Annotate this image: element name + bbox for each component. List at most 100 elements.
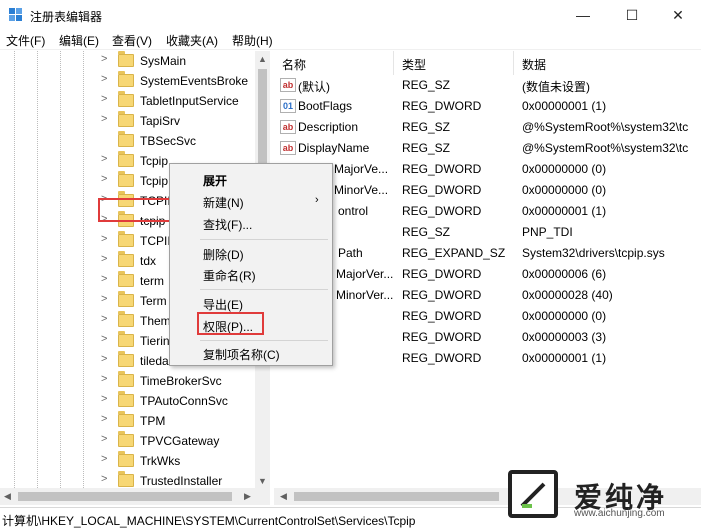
tree-item-label: Term bbox=[140, 294, 167, 308]
folder-icon bbox=[118, 91, 134, 107]
value-row[interactable]: ab DisplayName REG_SZ @%SystemRoot%\syst… bbox=[274, 138, 701, 159]
tree-horizontal-scrollbar[interactable]: ◀ ▶ bbox=[0, 488, 270, 505]
value-row[interactable]: MajorVer... REG_DWORD 0x00000006 (6) bbox=[274, 264, 701, 285]
maximize-button[interactable]: ☐ bbox=[609, 0, 655, 30]
expand-chevron-icon[interactable]: > bbox=[101, 93, 107, 105]
scroll-thumb[interactable] bbox=[18, 492, 232, 501]
value-type: REG_DWORD bbox=[402, 183, 482, 197]
expand-chevron-icon[interactable]: > bbox=[101, 373, 107, 385]
folder-icon bbox=[118, 71, 134, 87]
value-name: (默认) bbox=[298, 80, 330, 94]
tree-item-sysmain[interactable]: > SysMain bbox=[0, 51, 255, 71]
tree-item-label: Them bbox=[140, 314, 171, 328]
tree-item-timebrokersvc[interactable]: > TimeBrokerSvc bbox=[0, 371, 255, 391]
expand-chevron-icon[interactable]: > bbox=[101, 53, 107, 65]
folder-icon bbox=[118, 171, 134, 187]
value-data: 0x00000028 (40) bbox=[522, 288, 613, 302]
value-data: (数值未设置) bbox=[522, 80, 590, 94]
expand-chevron-icon[interactable]: > bbox=[101, 113, 107, 125]
value-type: REG_SZ bbox=[402, 141, 451, 155]
value-data: 0x00000000 (0) bbox=[522, 309, 607, 323]
expand-chevron-icon[interactable]: > bbox=[101, 293, 107, 305]
value-row[interactable]: Path REG_EXPAND_SZ System32\drivers\tcpi… bbox=[274, 243, 701, 264]
value-row[interactable]: ontrol REG_DWORD 0x00000001 (1) bbox=[274, 201, 701, 222]
string-value-icon: ab bbox=[280, 78, 296, 92]
value-data: 0x00000003 (3) bbox=[522, 330, 607, 344]
column-header-type[interactable]: 类型 bbox=[394, 51, 514, 75]
expand-chevron-icon[interactable]: > bbox=[101, 73, 107, 85]
scroll-up-arrow-icon[interactable]: ▲ bbox=[255, 51, 270, 66]
value-row[interactable]: REG_SZ PNP_TDI bbox=[274, 222, 701, 243]
folder-icon bbox=[118, 311, 134, 327]
tree-item-trustedinstaller[interactable]: > TrustedInstaller bbox=[0, 471, 255, 488]
scroll-right-arrow-icon[interactable]: ▶ bbox=[240, 488, 255, 505]
tree-item-tpvcgateway[interactable]: > TPVCGateway bbox=[0, 431, 255, 451]
scroll-thumb[interactable] bbox=[294, 492, 499, 501]
value-data: @%SystemRoot%\system32\tc bbox=[522, 120, 689, 134]
watermark-url: www.aichunjing.com bbox=[574, 508, 665, 519]
menu-help[interactable]: 帮助(H) bbox=[232, 32, 273, 49]
column-header-data[interactable]: 数据 bbox=[514, 51, 701, 75]
menu-view[interactable]: 查看(V) bbox=[112, 32, 152, 49]
tree-item-label: TPAutoConnSvc bbox=[140, 394, 228, 408]
tree-item-systemeventsbroker[interactable]: > SystemEventsBroke bbox=[0, 71, 255, 91]
menu-item-copy-key-name[interactable]: 复制项名称(C) bbox=[203, 346, 280, 363]
expand-chevron-icon[interactable]: > bbox=[101, 173, 107, 185]
menu-item-find[interactable]: 查找(F)... bbox=[203, 216, 252, 233]
scroll-left-arrow-icon[interactable]: ◀ bbox=[276, 488, 291, 505]
menu-item-expand[interactable]: 展开 bbox=[203, 172, 227, 189]
scroll-down-arrow-icon[interactable]: ▼ bbox=[255, 473, 270, 488]
expand-chevron-icon[interactable]: > bbox=[101, 273, 107, 285]
expand-chevron-icon[interactable]: > bbox=[101, 333, 107, 345]
menu-item-rename[interactable]: 重命名(R) bbox=[203, 267, 256, 284]
expand-chevron-icon[interactable]: > bbox=[101, 153, 107, 165]
value-row[interactable]: REG_DWORD 0x00000000 (0) bbox=[274, 306, 701, 327]
tree-item-label: Tcpip bbox=[140, 174, 169, 188]
menu-file[interactable]: 文件(F) bbox=[6, 32, 45, 49]
expand-chevron-icon[interactable]: > bbox=[101, 393, 107, 405]
tree-item-label: tdx bbox=[140, 254, 157, 268]
value-row[interactable]: REG_DWORD 0x00000003 (3) bbox=[274, 327, 701, 348]
minimize-button[interactable]: — bbox=[560, 0, 606, 30]
folder-icon bbox=[118, 131, 134, 147]
value-row[interactable]: REG_DWORD 0x00000001 (1) bbox=[274, 348, 701, 369]
value-data: 0x00000001 (1) bbox=[522, 99, 607, 113]
value-row[interactable]: MinorVer... REG_DWORD 0x00000028 (40) bbox=[274, 285, 701, 306]
menu-favorites[interactable]: 收藏夹(A) bbox=[166, 32, 218, 49]
tree-item-trkwks[interactable]: > TrkWks bbox=[0, 451, 255, 471]
menu-edit[interactable]: 编辑(E) bbox=[59, 32, 99, 49]
expand-chevron-icon[interactable]: > bbox=[101, 453, 107, 465]
menu-item-export[interactable]: 导出(E) bbox=[203, 296, 243, 313]
menu-item-delete[interactable]: 删除(D) bbox=[203, 246, 244, 263]
expand-chevron-icon[interactable]: > bbox=[101, 413, 107, 425]
expand-chevron-icon[interactable]: > bbox=[101, 253, 107, 265]
submenu-arrow-icon: › bbox=[315, 194, 319, 206]
column-header-name[interactable]: 名称 bbox=[274, 51, 394, 75]
context-menu: 展开 新建(N) › 查找(F)... 删除(D) 重命名(R) 导出(E) 权… bbox=[169, 163, 333, 366]
permissions-highlight-box bbox=[197, 312, 264, 335]
expand-chevron-icon[interactable]: > bbox=[101, 233, 107, 245]
tree-item-tpm[interactable]: > TPM bbox=[0, 411, 255, 431]
value-row[interactable]: 01 BootFlags REG_DWORD 0x00000001 (1) bbox=[274, 96, 701, 117]
tree-item-tapisrv[interactable]: > TapiSrv bbox=[0, 111, 255, 131]
expand-chevron-icon[interactable]: > bbox=[101, 473, 107, 485]
value-row[interactable]: MajorVe... REG_DWORD 0x00000000 (0) bbox=[274, 159, 701, 180]
tree-item-label: TapiSrv bbox=[140, 114, 181, 128]
folder-icon bbox=[118, 471, 134, 487]
tree-item-label: TBSecSvc bbox=[140, 134, 197, 148]
tree-item-tbsecsvc[interactable]: TBSecSvc bbox=[0, 131, 255, 151]
menu-item-new[interactable]: 新建(N) bbox=[203, 194, 244, 211]
tree-item-tpautoconnsvc[interactable]: > TPAutoConnSvc bbox=[0, 391, 255, 411]
value-row[interactable]: ab Description REG_SZ @%SystemRoot%\syst… bbox=[274, 117, 701, 138]
value-row[interactable]: ab (默认) REG_SZ (数值未设置) bbox=[274, 75, 701, 96]
tree-item-tabletinputservice[interactable]: > TabletInputService bbox=[0, 91, 255, 111]
expand-chevron-icon[interactable]: > bbox=[101, 433, 107, 445]
scroll-left-arrow-icon[interactable]: ◀ bbox=[0, 488, 15, 505]
expand-chevron-icon[interactable]: > bbox=[101, 353, 107, 365]
folder-icon bbox=[118, 431, 134, 447]
value-row[interactable]: MinorVe... REG_DWORD 0x00000000 (0) bbox=[274, 180, 701, 201]
expand-chevron-icon[interactable]: > bbox=[101, 313, 107, 325]
value-type: REG_DWORD bbox=[402, 330, 482, 344]
close-button[interactable]: ✕ bbox=[655, 0, 701, 30]
menu-bar: 文件(F) 编辑(E) 查看(V) 收藏夹(A) 帮助(H) bbox=[0, 30, 701, 50]
